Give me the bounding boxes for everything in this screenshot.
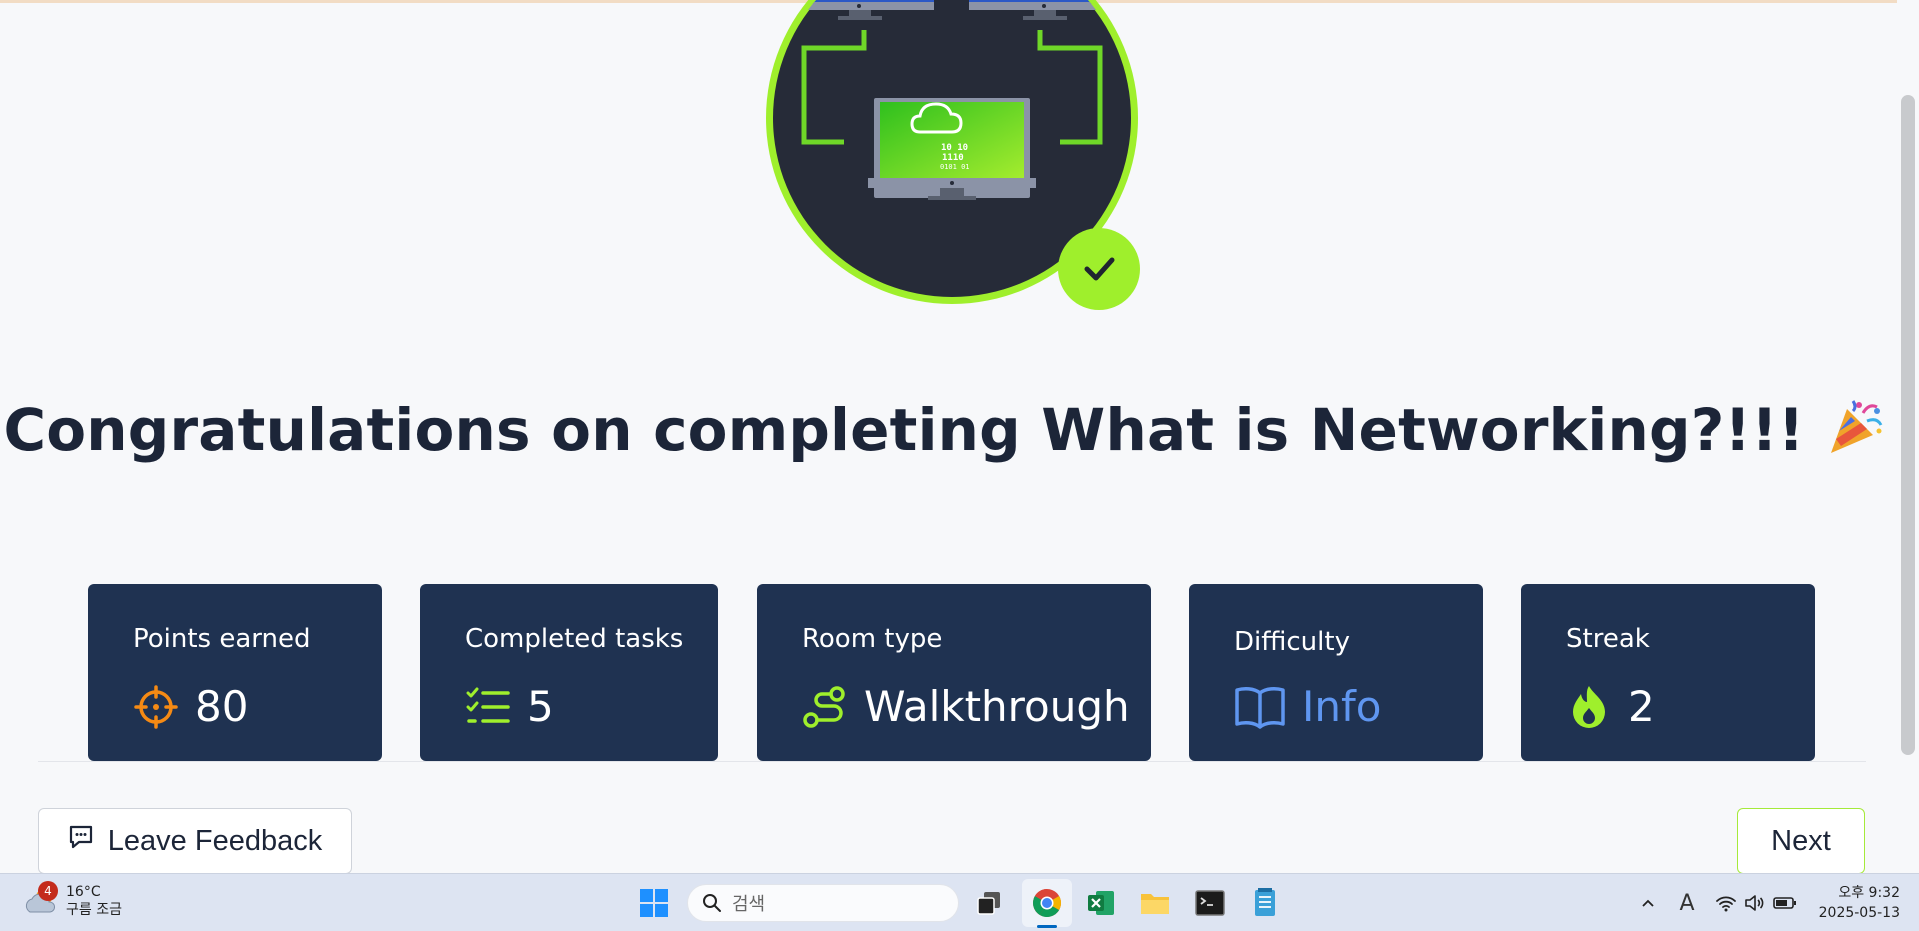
party-popper-icon — [1823, 395, 1887, 473]
windows-logo-icon — [640, 889, 668, 917]
search-placeholder: 검색 — [732, 894, 766, 915]
notification-badge: 4 — [38, 881, 58, 901]
terminal-icon — [1195, 890, 1225, 916]
stat-label: Difficulty — [1234, 627, 1350, 657]
stat-label: Room type — [802, 624, 943, 654]
page-title: Congratulations on completing What is Ne… — [0, 395, 1890, 473]
active-app-indicator — [1037, 925, 1057, 928]
svg-text:0101 01: 0101 01 — [940, 163, 970, 171]
notepad-taskbar-button[interactable] — [1244, 874, 1286, 931]
taskbar-search[interactable]: 검색 — [687, 884, 959, 922]
stat-value: 80 — [195, 682, 249, 731]
feedback-icon — [68, 824, 94, 858]
input-method-indicator[interactable]: A — [1674, 874, 1700, 931]
footer-divider — [38, 761, 1866, 762]
flame-icon — [1566, 684, 1612, 730]
stat-label: Completed tasks — [465, 624, 684, 654]
stat-card-difficulty: Difficulty Info — [1189, 584, 1483, 761]
taskbar-clock[interactable]: 오후 9:32 2025-05-13 — [1812, 883, 1900, 923]
folder-icon — [1141, 894, 1169, 914]
weather-widget[interactable]: 16°C 구름 조금 — [22, 882, 122, 920]
battery-icon[interactable] — [1772, 874, 1798, 931]
task-view-button[interactable] — [968, 874, 1010, 931]
page-scrollbar[interactable] — [1897, 0, 1919, 873]
title-text: Congratulations on completing What is Ne… — [3, 396, 1805, 465]
excel-icon — [1088, 891, 1114, 915]
checklist-icon — [465, 684, 511, 730]
stat-label: Streak — [1566, 624, 1650, 654]
route-icon — [802, 684, 848, 730]
notepad-icon — [1255, 888, 1275, 916]
chrome-icon — [1033, 889, 1061, 917]
volume-icon[interactable] — [1742, 874, 1766, 931]
stat-card-room-type: Room type Walkthrough — [757, 584, 1151, 761]
svg-text:10 10: 10 10 — [941, 143, 968, 153]
stat-card-points: Points earned 80 — [88, 584, 382, 761]
book-icon — [1234, 684, 1286, 730]
stat-value: Info — [1302, 682, 1382, 731]
weather-desc: 구름 조금 — [66, 902, 122, 918]
windows-taskbar: 16°C 구름 조금 4 검색 A 오후 9:32 2025-05-13 — [0, 873, 1919, 931]
task-view-icon — [977, 892, 1000, 915]
weather-temp: 16°C — [66, 884, 101, 900]
clock-time: 오후 9:32 — [1838, 885, 1900, 901]
leave-feedback-button[interactable]: Leave Feedback — [38, 808, 352, 874]
search-icon — [703, 894, 721, 912]
stat-value: 5 — [527, 682, 554, 731]
start-button[interactable] — [633, 874, 675, 931]
next-label: Next — [1771, 824, 1831, 857]
file-explorer-taskbar-button[interactable] — [1134, 874, 1176, 931]
scrollbar-thumb[interactable] — [1901, 95, 1915, 755]
excel-taskbar-button[interactable] — [1080, 874, 1122, 931]
show-hidden-icons-button[interactable] — [1636, 874, 1660, 931]
stat-card-streak: Streak 2 — [1521, 584, 1815, 761]
stat-card-tasks: Completed tasks 5 — [420, 584, 718, 761]
stat-value: Walkthrough — [864, 682, 1130, 731]
stat-label: Points earned — [133, 624, 311, 654]
next-button[interactable]: Next — [1737, 808, 1865, 874]
clock-date: 2025-05-13 — [1818, 905, 1900, 921]
terminal-taskbar-button[interactable] — [1189, 874, 1231, 931]
chrome-taskbar-button[interactable] — [1024, 874, 1070, 931]
feedback-label: Leave Feedback — [107, 824, 323, 857]
completed-check-icon — [1058, 228, 1140, 310]
target-icon — [133, 684, 179, 730]
wifi-icon[interactable] — [1714, 874, 1738, 931]
stat-value: 2 — [1628, 682, 1655, 731]
svg-text:1110: 1110 — [942, 153, 964, 163]
chevron-up-icon — [1642, 899, 1654, 907]
